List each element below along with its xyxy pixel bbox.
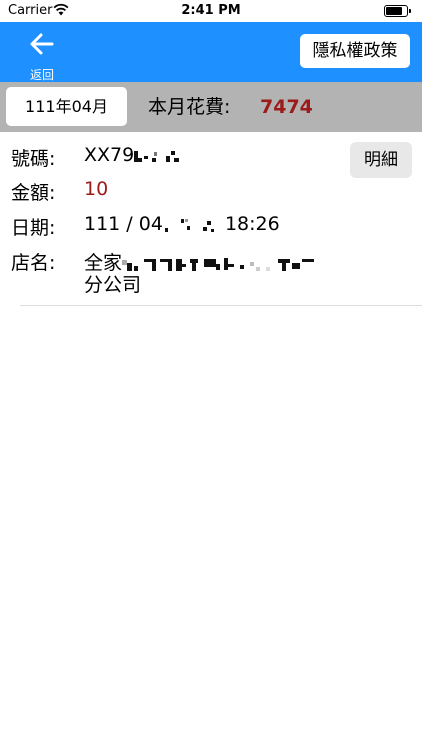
- date-label: 日期:: [11, 217, 56, 239]
- monthly-spend-value: 7474: [260, 96, 313, 118]
- clock: 2:41 PM: [181, 3, 241, 18]
- redacted-number: [134, 150, 180, 162]
- store-label: 店名:: [11, 252, 56, 274]
- monthly-spend-label: 本月花費:: [148, 96, 231, 118]
- redacted-date: [164, 218, 214, 232]
- date-prefix: 111 / 04: [84, 213, 163, 235]
- back-label: 返回: [29, 68, 54, 82]
- back-arrow-icon: [30, 33, 54, 55]
- status-bar: Carrier 2:41 PM: [0, 0, 422, 22]
- date-time: 18:26: [224, 213, 280, 235]
- battery-icon: [384, 5, 411, 17]
- redacted-store-name: [122, 257, 315, 271]
- nav-bar: 返回 隱私權政策: [0, 22, 422, 82]
- number-label: 號碼:: [11, 148, 56, 170]
- invoice-record: 號碼: XX79 明細 金額: 10 日期: 111 / 04 18:26 店名…: [0, 132, 422, 307]
- divider: [20, 305, 422, 306]
- detail-button[interactable]: 明細: [350, 142, 412, 178]
- summary-bar: 111年04月 本月花費: 7474: [0, 82, 422, 132]
- store-suffix: 分公司: [84, 274, 142, 296]
- month-selector[interactable]: 111年04月: [6, 87, 127, 126]
- number-value: XX79: [84, 144, 194, 166]
- back-button[interactable]: 返回: [18, 27, 68, 82]
- amount-label: 金額:: [11, 182, 56, 204]
- amount-value: 10: [84, 178, 109, 200]
- number-visible: XX79: [84, 144, 135, 166]
- privacy-policy-button[interactable]: 隱私權政策: [300, 34, 410, 68]
- date-value: 111 / 04 18:26: [84, 213, 280, 235]
